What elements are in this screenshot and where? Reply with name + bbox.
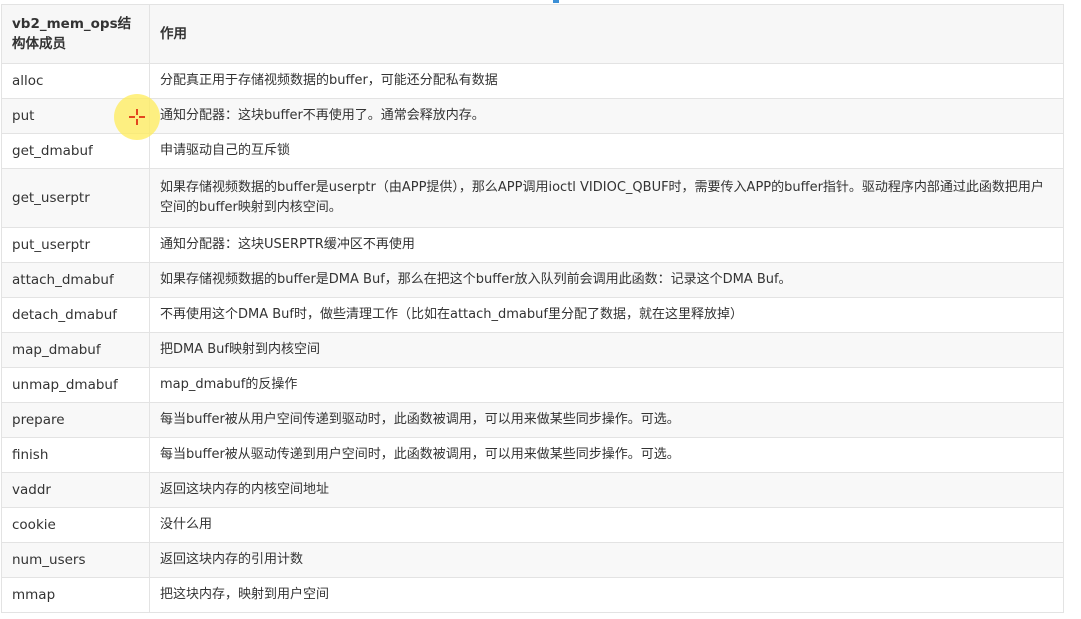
description-cell: map_dmabuf的反操作: [149, 367, 1064, 403]
member-cell: detach_dmabuf: [1, 297, 150, 333]
member-cell: prepare: [1, 402, 150, 438]
header-purpose: 作用: [149, 4, 1064, 64]
table-row: put_userptr 通知分配器：这块USERPTR缓冲区不再使用: [1, 227, 1064, 263]
description-cell: 返回这块内存的内核空间地址: [149, 472, 1064, 508]
header-member: vb2_mem_ops结构体成员: [1, 4, 150, 64]
table-row: num_users 返回这块内存的引用计数: [1, 542, 1064, 578]
table-row: prepare 每当buffer被从用户空间传递到驱动时，此函数被调用，可以用来…: [1, 402, 1064, 438]
member-cell: vaddr: [1, 472, 150, 508]
description-cell: 通知分配器：这块USERPTR缓冲区不再使用: [149, 227, 1064, 263]
description-cell: 如果存储视频数据的buffer是DMA Buf，那么在把这个buffer放入队列…: [149, 262, 1064, 298]
member-cell: unmap_dmabuf: [1, 367, 150, 403]
description-cell: 不再使用这个DMA Buf时，做些清理工作（比如在attach_dmabuf里分…: [149, 297, 1064, 333]
table-row: cookie 没什么用: [1, 507, 1064, 543]
table-row: get_userptr 如果存储视频数据的buffer是userptr（由APP…: [1, 168, 1064, 228]
ops-table-container: vb2_mem_ops结构体成员 作用 alloc 分配真正用于存储视频数据的b…: [1, 4, 1064, 613]
description-cell: 通知分配器：这块buffer不再使用了。通常会释放内存。: [149, 98, 1064, 134]
table-row: detach_dmabuf 不再使用这个DMA Buf时，做些清理工作（比如在a…: [1, 297, 1064, 333]
member-cell: finish: [1, 437, 150, 473]
member-cell: get_userptr: [1, 168, 150, 228]
table-row: attach_dmabuf 如果存储视频数据的buffer是DMA Buf，那么…: [1, 262, 1064, 298]
table-row: unmap_dmabuf map_dmabuf的反操作: [1, 367, 1064, 403]
member-cell: put_userptr: [1, 227, 150, 263]
table-row: map_dmabuf 把DMA Buf映射到内核空间: [1, 332, 1064, 368]
table-row: vaddr 返回这块内存的内核空间地址: [1, 472, 1064, 508]
description-cell: 如果存储视频数据的buffer是userptr（由APP提供），那么APP调用i…: [149, 168, 1064, 228]
description-cell: 每当buffer被从用户空间传递到驱动时，此函数被调用，可以用来做某些同步操作。…: [149, 402, 1064, 438]
member-cell: attach_dmabuf: [1, 262, 150, 298]
member-cell: get_dmabuf: [1, 133, 150, 169]
member-cell: alloc: [1, 63, 150, 99]
member-cell: num_users: [1, 542, 150, 578]
table-row: alloc 分配真正用于存储视频数据的buffer，可能还分配私有数据: [1, 63, 1064, 99]
crosshair-cursor-icon: [128, 108, 146, 126]
vb2-mem-ops-table: vb2_mem_ops结构体成员 作用 alloc 分配真正用于存储视频数据的b…: [1, 4, 1064, 613]
top-accent-mark: [553, 0, 559, 3]
table-header-row: vb2_mem_ops结构体成员 作用: [1, 4, 1064, 64]
description-cell: 返回这块内存的引用计数: [149, 542, 1064, 578]
table-row: get_dmabuf 申请驱动自己的互斥锁: [1, 133, 1064, 169]
member-cell: cookie: [1, 507, 150, 543]
table-row: finish 每当buffer被从驱动传递到用户空间时，此函数被调用，可以用来做…: [1, 437, 1064, 473]
description-cell: 把这块内存，映射到用户空间: [149, 577, 1064, 613]
description-cell: 分配真正用于存储视频数据的buffer，可能还分配私有数据: [149, 63, 1064, 99]
member-cell: mmap: [1, 577, 150, 613]
description-cell: 把DMA Buf映射到内核空间: [149, 332, 1064, 368]
table-row: mmap 把这块内存，映射到用户空间: [1, 577, 1064, 613]
member-cell: map_dmabuf: [1, 332, 150, 368]
description-cell: 没什么用: [149, 507, 1064, 543]
table-row: put 通知分配器：这块buffer不再使用了。通常会释放内存。: [1, 98, 1064, 134]
description-cell: 每当buffer被从驱动传递到用户空间时，此函数被调用，可以用来做某些同步操作。…: [149, 437, 1064, 473]
description-cell: 申请驱动自己的互斥锁: [149, 133, 1064, 169]
